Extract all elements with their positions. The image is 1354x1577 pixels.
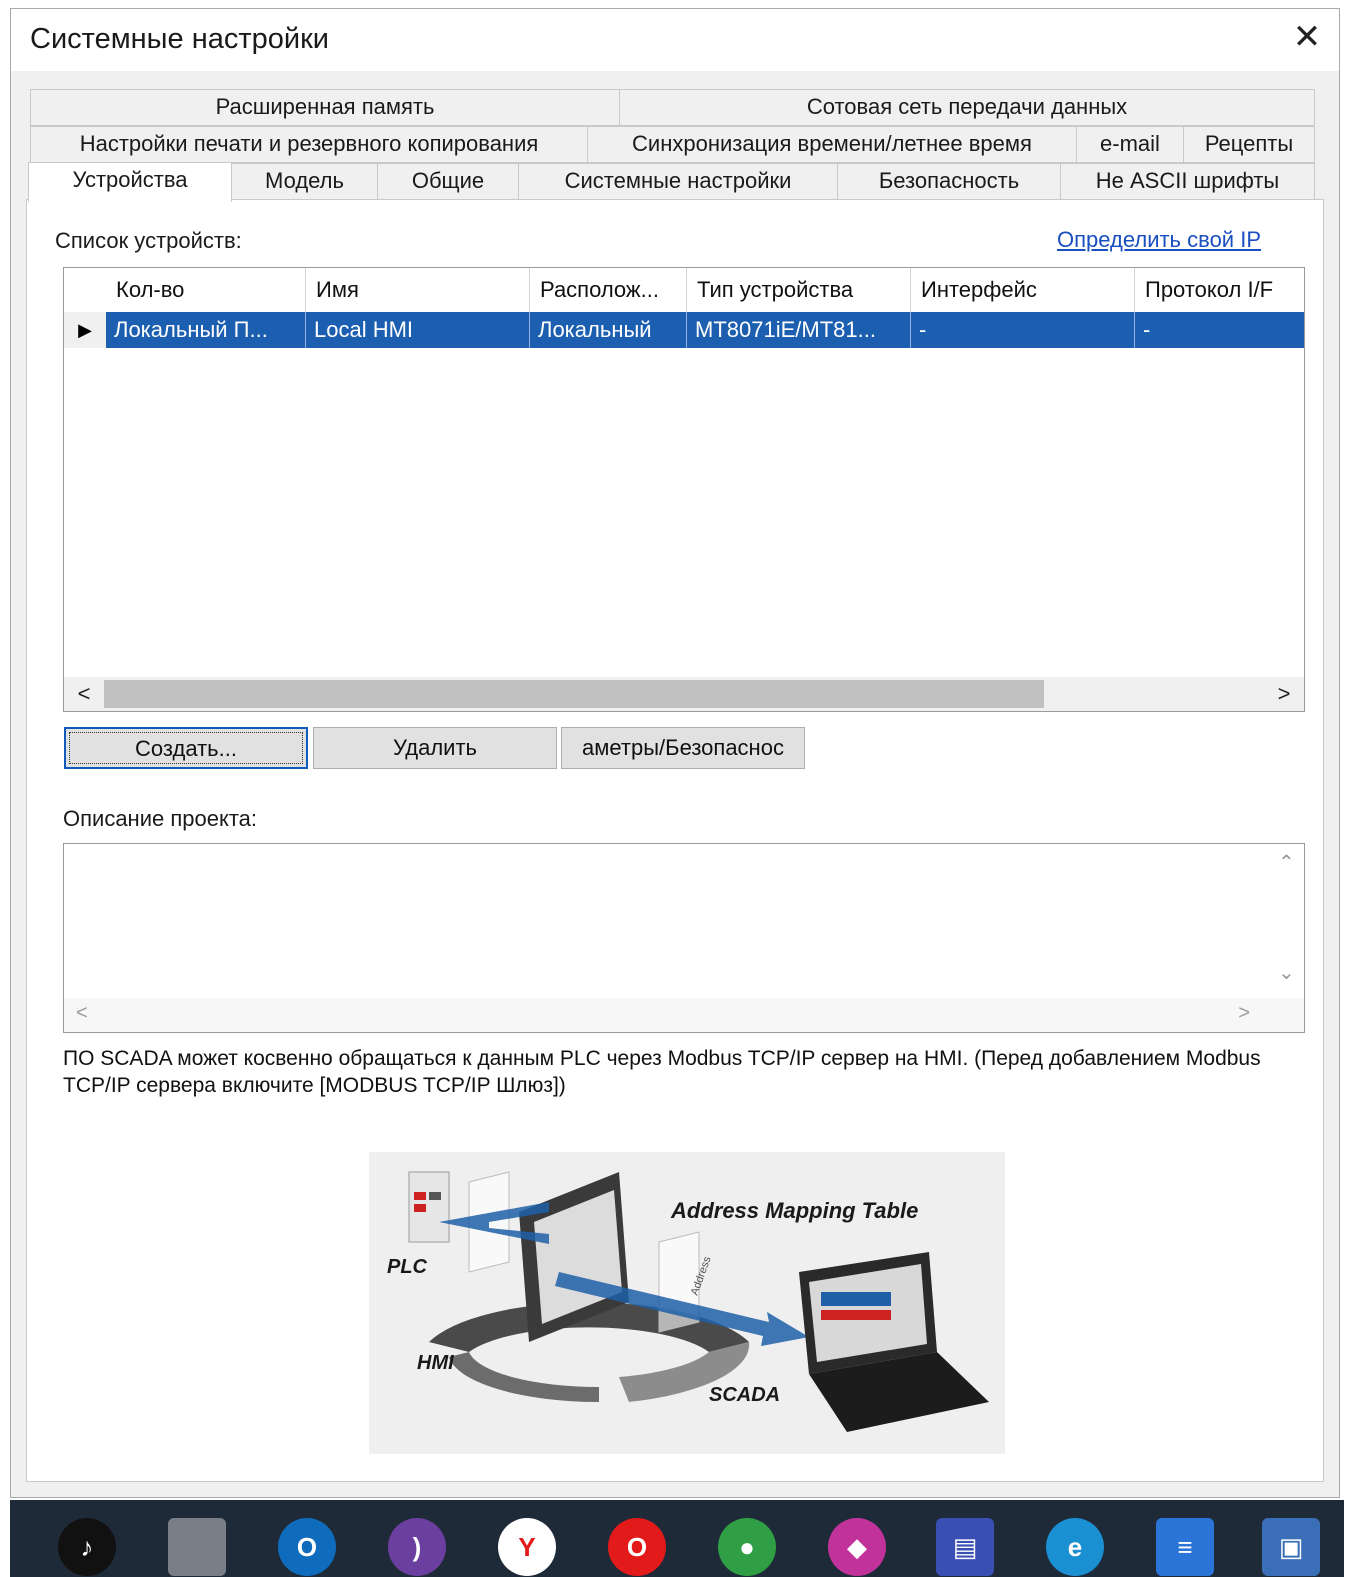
document-icon[interactable]: ≡ — [1156, 1518, 1214, 1576]
address-mapping-diagram: Address Mapping Table PLC HMI SCADA Addr… — [369, 1152, 1005, 1454]
gem-app-icon[interactable]: ◆ — [828, 1518, 886, 1576]
column-header-name[interactable]: Имя — [306, 268, 530, 312]
devices-panel: Список устройств: Определить свой IP Кол… — [26, 199, 1324, 1482]
save-disk-icon[interactable]: ▤ — [936, 1518, 994, 1576]
scroll-thumb[interactable] — [104, 680, 1044, 708]
tab-system-settings[interactable]: Системные настройки — [518, 163, 838, 200]
horizontal-scrollbar[interactable]: < > — [64, 998, 1304, 1032]
column-header-count[interactable]: Кол-во — [106, 268, 306, 312]
outlook-icon[interactable]: O — [278, 1518, 336, 1576]
scada-label: SCADA — [709, 1384, 781, 1406]
scroll-up-icon[interactable]: ⌃ — [1278, 850, 1295, 875]
tor-browser-icon[interactable]: ) — [388, 1518, 446, 1576]
title-bar: Системные настройки ✕ — [11, 9, 1339, 71]
cell-device-type[interactable]: MT8071iE/MT81... — [687, 312, 911, 348]
vertical-scrollbar[interactable]: ⌃ ⌄ — [1268, 844, 1304, 998]
column-header-protocol[interactable]: Протокол I/F — [1135, 268, 1304, 312]
tab-recipes[interactable]: Рецепты — [1183, 126, 1315, 163]
tab-time-sync[interactable]: Синхронизация времени/летнее время — [587, 126, 1077, 163]
yandex-browser-icon[interactable]: Y — [498, 1518, 556, 1576]
project-description-field[interactable]: ⌃ ⌄ < > — [63, 843, 1305, 1033]
create-button[interactable]: Создать... — [64, 727, 308, 769]
device-list-label: Список устройств: — [55, 228, 242, 253]
column-header-device-type[interactable]: Тип устройства — [687, 268, 911, 312]
diagram-title: Address Mapping Table — [671, 1198, 919, 1223]
tab-extended-memory[interactable]: Расширенная память — [30, 89, 620, 126]
opera-icon[interactable]: O — [608, 1518, 666, 1576]
column-header-interface[interactable]: Интерфейс — [911, 268, 1135, 312]
remote-desktop-icon[interactable]: ▣ — [1262, 1518, 1320, 1576]
column-header-location[interactable]: Располож... — [530, 268, 687, 312]
scada-note: ПО SCADA может косвенно обращаться к дан… — [63, 1047, 1261, 1097]
delete-button[interactable]: Удалить — [313, 727, 557, 769]
window-title: Системные настройки — [30, 23, 329, 55]
scroll-left-icon[interactable]: < — [64, 677, 104, 711]
horizontal-scrollbar[interactable]: < > — [64, 677, 1304, 711]
parameters-security-button[interactable]: аметры/Безопаснос — [561, 727, 805, 769]
cell-name[interactable]: Local HMI — [306, 312, 530, 348]
tab-general[interactable]: Общие — [377, 163, 519, 200]
tab-devices[interactable]: Устройства — [28, 162, 232, 202]
grid-header: Кол-во Имя Располож... Тип устройства Ин… — [64, 268, 1304, 312]
tab-print-backup[interactable]: Настройки печати и резервного копировани… — [30, 126, 588, 163]
usb-drive-icon[interactable] — [168, 1518, 226, 1576]
project-description-label: Описание проекта: — [63, 806, 258, 831]
row-selector-icon: ▶ — [64, 312, 106, 348]
table-row[interactable]: ▶ Локальный П... Local HMI Локальный MT8… — [64, 312, 1304, 348]
find-ip-link[interactable]: Определить свой IP — [1057, 227, 1261, 253]
tiktok-icon[interactable]: ♪ — [58, 1518, 116, 1576]
tab-email[interactable]: e-mail — [1076, 126, 1184, 163]
close-button[interactable]: ✕ — [1289, 19, 1325, 55]
tab-security[interactable]: Безопасность — [837, 163, 1061, 200]
plc-label: PLC — [387, 1256, 427, 1278]
cell-location[interactable]: Локальный — [530, 312, 687, 348]
cell-count[interactable]: Локальный П... — [106, 312, 306, 348]
cell-interface[interactable]: - — [911, 312, 1135, 348]
scroll-left-icon[interactable]: < — [76, 1002, 88, 1025]
hmi-label: HMI — [417, 1352, 454, 1374]
tab-model[interactable]: Модель — [231, 163, 378, 200]
cell-protocol[interactable]: - — [1135, 312, 1304, 348]
taskbar: ♪ O) Y O ● ◆ ▤ e ≡ ▣ — [10, 1500, 1344, 1577]
tab-cellular-data[interactable]: Сотовая сеть передачи данных — [619, 89, 1315, 126]
scroll-right-icon[interactable]: > — [1264, 677, 1304, 711]
tab-non-ascii-fonts[interactable]: Не ASCII шрифты — [1060, 163, 1315, 200]
scroll-right-icon[interactable]: > — [1238, 1002, 1250, 1025]
edge-icon[interactable]: e — [1046, 1518, 1104, 1576]
device-list-grid: Кол-во Имя Располож... Тип устройства Ин… — [63, 267, 1305, 712]
system-settings-window: Системные настройки ✕ Расширенная память… — [10, 8, 1340, 1498]
focus-rectangle — [69, 732, 303, 764]
scroll-down-icon[interactable]: ⌄ — [1278, 960, 1295, 985]
chrome-icon[interactable]: ● — [718, 1518, 776, 1576]
